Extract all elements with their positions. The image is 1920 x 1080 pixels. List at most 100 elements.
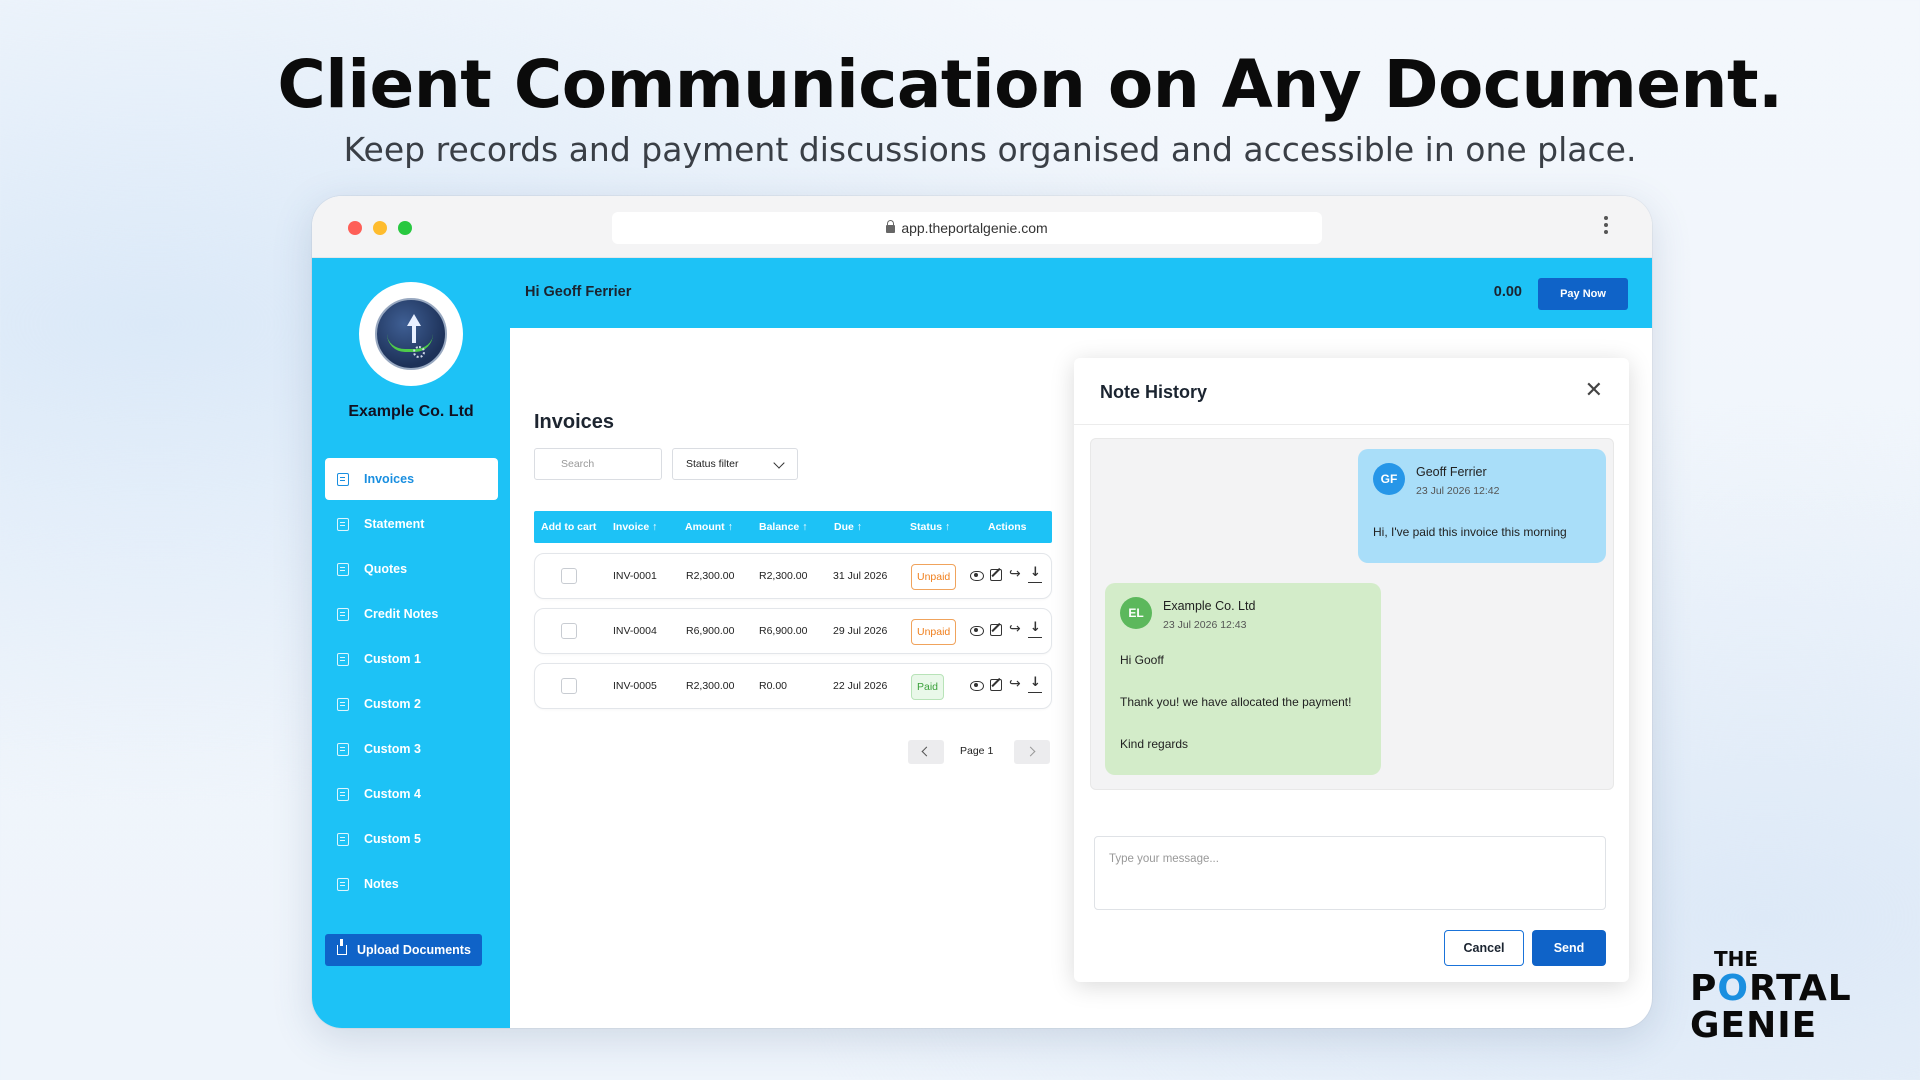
- invoice-due: 31 Jul 2026: [833, 570, 888, 582]
- column-header-invoice[interactable]: Invoice ↑: [613, 521, 657, 533]
- pay-now-button[interactable]: Pay Now: [1538, 278, 1628, 310]
- sidebar-item-label: Invoices: [364, 472, 415, 486]
- sidebar-item-invoices[interactable]: Invoices: [325, 458, 498, 500]
- upload-icon: [337, 939, 347, 955]
- document-icon: [337, 832, 349, 846]
- sidebar-item-custom-4[interactable]: Custom 4: [325, 773, 498, 815]
- message-bubble-client: GF Geoff Ferrier 23 Jul 2026 12:42 Hi, I…: [1358, 449, 1606, 563]
- sidebar-item-custom-3[interactable]: Custom 3: [325, 728, 498, 770]
- sidebar-nav: Invoices Statement Quotes Credit Notes C…: [325, 458, 498, 908]
- sidebar-item-label: Custom 2: [364, 697, 421, 711]
- invoice-amount: R2,300.00: [686, 680, 735, 692]
- chat-history[interactable]: GF Geoff Ferrier 23 Jul 2026 12:42 Hi, I…: [1090, 438, 1614, 790]
- edit-icon[interactable]: [990, 569, 1002, 581]
- sidebar-item-label: Custom 1: [364, 652, 421, 666]
- status-badge: Paid: [911, 674, 945, 700]
- table-row: INV-0004 R6,900.00 R6,900.00 29 Jul 2026…: [534, 608, 1052, 654]
- invoice-balance: R0.00: [759, 680, 788, 692]
- avatar: EL: [1120, 597, 1152, 629]
- view-icon[interactable]: [970, 681, 984, 691]
- column-header-balance[interactable]: Balance ↑: [759, 521, 807, 533]
- column-header-add-to-cart: Add to cart: [541, 521, 597, 533]
- view-icon[interactable]: [970, 571, 984, 581]
- cancel-button[interactable]: Cancel: [1444, 930, 1524, 966]
- sidebar-item-custom-5[interactable]: Custom 5: [325, 818, 498, 860]
- document-icon: [337, 607, 349, 621]
- logo-the: THE: [1714, 947, 1759, 971]
- sidebar-item-label: Credit Notes: [364, 607, 439, 621]
- view-icon[interactable]: [970, 626, 984, 636]
- invoice-number: INV-0001: [613, 570, 657, 582]
- edit-icon[interactable]: [990, 679, 1002, 691]
- logo-genie: GENIE: [1690, 1005, 1818, 1046]
- message-time: 23 Jul 2026 12:43: [1163, 619, 1247, 631]
- browser-menu-icon[interactable]: [1604, 216, 1610, 237]
- sidebar-item-label: Custom 3: [364, 742, 421, 756]
- document-icon: [337, 472, 349, 486]
- sidebar-item-credit-notes[interactable]: Credit Notes: [325, 593, 498, 635]
- portal-genie-logo: THE PORTAL GENIE: [1690, 948, 1870, 1044]
- add-to-cart-checkbox[interactable]: [561, 623, 577, 639]
- share-icon[interactable]: [1009, 676, 1023, 693]
- sidebar-item-statement[interactable]: Statement: [325, 503, 498, 545]
- download-icon[interactable]: [1028, 565, 1042, 583]
- share-icon[interactable]: [1009, 621, 1023, 638]
- message-author: Geoff Ferrier: [1416, 465, 1487, 479]
- share-icon[interactable]: [1009, 566, 1023, 583]
- message-author: Example Co. Ltd: [1163, 599, 1256, 613]
- sidebar-item-custom-1[interactable]: Custom 1: [325, 638, 498, 680]
- lock-icon: [886, 220, 896, 233]
- hero-title: Client Communication on Any Document.: [277, 46, 1783, 123]
- browser-window: app.theportalgenie.com Example Co. Ltd I…: [312, 196, 1652, 1028]
- invoice-balance: R2,300.00: [759, 570, 808, 582]
- message-input[interactable]: Type your message...: [1094, 836, 1606, 910]
- download-icon[interactable]: [1028, 620, 1042, 638]
- sidebar-item-quotes[interactable]: Quotes: [325, 548, 498, 590]
- minimize-window-dot[interactable]: [373, 221, 387, 235]
- modal-title: Note History: [1100, 382, 1208, 402]
- page-title: Invoices: [534, 411, 615, 433]
- close-icon[interactable]: ✕: [1585, 379, 1603, 401]
- message-text: Thank you! we have allocated the payment…: [1120, 695, 1352, 709]
- invoice-balance: R6,900.00: [759, 625, 808, 637]
- address-bar[interactable]: app.theportalgenie.com: [612, 212, 1322, 244]
- sidebar-item-notes[interactable]: Notes: [325, 863, 498, 905]
- maximize-window-dot[interactable]: [398, 221, 412, 235]
- next-page-button[interactable]: [1014, 740, 1050, 764]
- add-to-cart-checkbox[interactable]: [561, 568, 577, 584]
- invoice-amount: R2,300.00: [686, 570, 735, 582]
- sidebar-item-label: Quotes: [364, 562, 408, 576]
- table-row: INV-0001 R2,300.00 R2,300.00 31 Jul 2026…: [534, 553, 1052, 599]
- modal-divider: [1074, 424, 1629, 425]
- add-to-cart-checkbox[interactable]: [561, 678, 577, 694]
- hero-subtitle: Keep records and payment discussions org…: [343, 130, 1637, 169]
- edit-icon[interactable]: [990, 624, 1002, 636]
- company-logo: [359, 282, 463, 386]
- close-window-dot[interactable]: [348, 221, 362, 235]
- grid-icon: [337, 697, 349, 711]
- greeting: Hi Geoff Ferrier: [525, 284, 632, 300]
- download-icon[interactable]: [1028, 675, 1042, 693]
- column-header-due[interactable]: Due ↑: [834, 521, 862, 533]
- status-badge: Unpaid: [911, 564, 957, 590]
- column-header-status[interactable]: Status ↑: [910, 521, 950, 533]
- search-input[interactable]: Search: [534, 448, 662, 480]
- status-filter-select[interactable]: Status filter: [672, 448, 798, 480]
- top-bar: Hi Geoff Ferrier 0.00 Pay Now: [510, 258, 1652, 328]
- send-button[interactable]: Send: [1532, 930, 1606, 966]
- invoice-due: 22 Jul 2026: [833, 680, 888, 692]
- avatar: GF: [1373, 463, 1405, 495]
- grid-icon: [337, 742, 349, 756]
- column-header-amount[interactable]: Amount ↑: [685, 521, 733, 533]
- sidebar-item-label: Custom 5: [364, 832, 421, 846]
- grid-icon: [337, 652, 349, 666]
- logo-o: O: [1717, 968, 1749, 1009]
- note-history-modal: Note History ✕ GF Geoff Ferrier 23 Jul 2…: [1074, 358, 1629, 982]
- page-indicator: Page 1: [960, 745, 994, 757]
- sidebar-item-label: Custom 4: [364, 787, 421, 801]
- previous-page-button[interactable]: [908, 740, 944, 764]
- upload-documents-button[interactable]: Upload Documents: [325, 934, 482, 966]
- message-text: Kind regards: [1120, 737, 1189, 751]
- sidebar-item-custom-2[interactable]: Custom 2: [325, 683, 498, 725]
- browser-chrome: app.theportalgenie.com: [312, 196, 1652, 258]
